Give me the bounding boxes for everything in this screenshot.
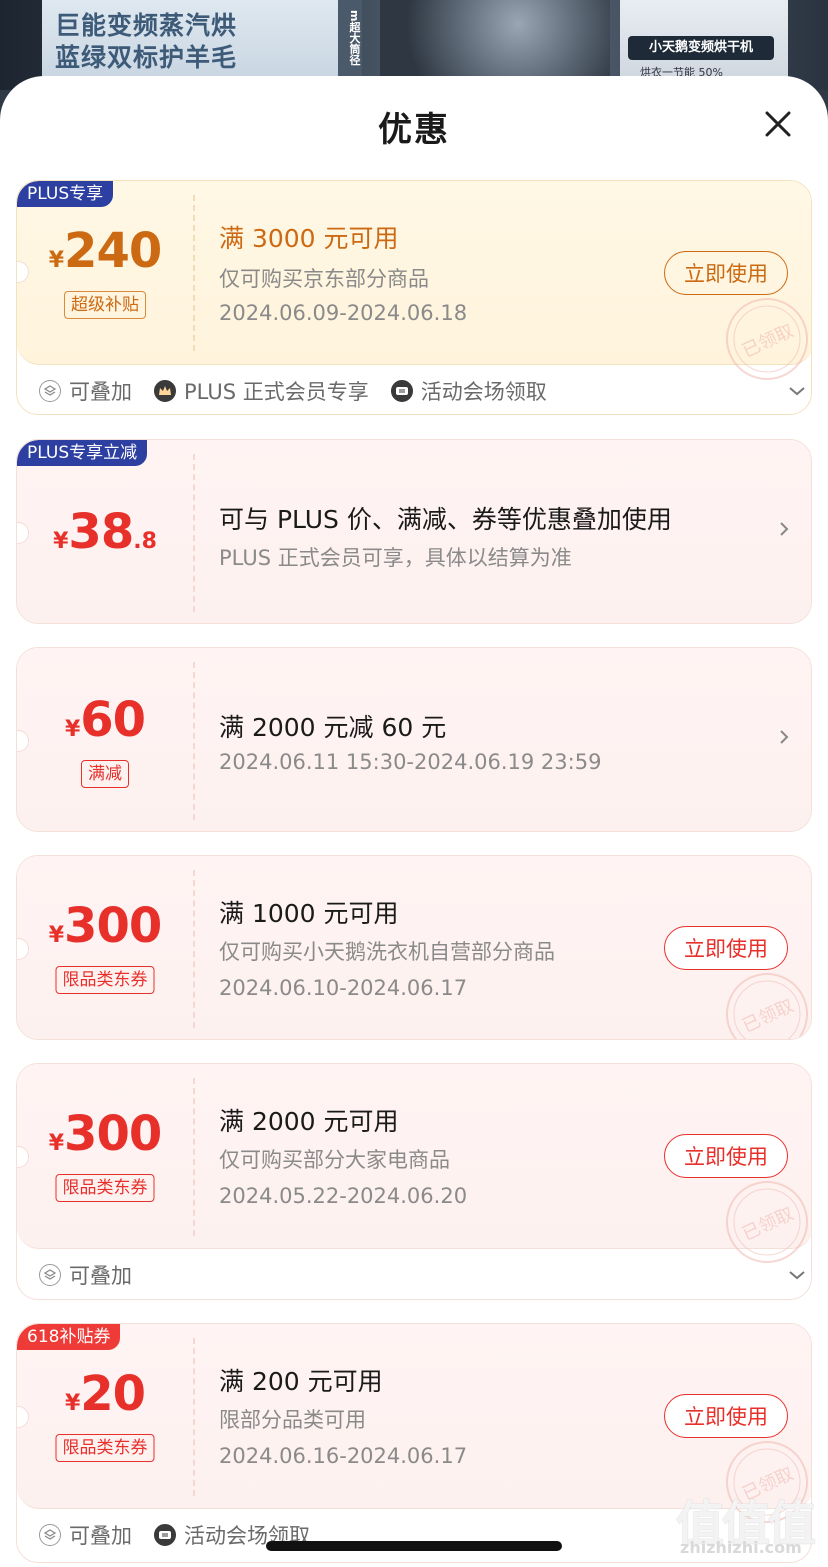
coupon-footer: 可叠加 [39,1255,154,1295]
chevron-right-icon[interactable] [777,522,791,536]
close-button[interactable] [760,106,796,142]
coupon-card-300-2000: ¥300 限品类东券 满 2000 元可用 仅可购买部分大家电商品 2024.0… [16,1063,812,1300]
footer-item-stackable: 可叠加 [39,376,132,406]
coupon-scope: 仅可购买小天鹅洗衣机自营部分商品 [219,940,555,964]
currency-symbol: ¥ [64,717,81,742]
coupon-card-full-reduction[interactable]: ¥60 满减 满 2000 元减 60 元 2024.06.11 15:30-2… [16,647,812,832]
plus-discount-tag: PLUS专享立减 [17,440,148,466]
coupon-amount: ¥60 [17,692,193,748]
home-indicator[interactable] [266,1541,562,1551]
amount-value: 60 [80,692,146,748]
amount-value: 300 [64,898,162,954]
coupon-validity: 2024.06.11 15:30-2024.06.19 23:59 [219,750,602,774]
coupon-threshold: 满 2000 元可用 [219,1107,399,1136]
stack-icon [39,1264,61,1286]
footer-item-stackable: 可叠加 [39,1260,132,1290]
amount-decimal: .8 [133,529,157,554]
coupon-type-pill: 限品类东券 [55,1174,155,1202]
chevron-right-icon[interactable] [777,730,791,744]
ticket-divider [193,1078,195,1236]
coupon-type-pill: 限品类东券 [55,1434,155,1462]
coupon-validity: 2024.06.10-2024.06.17 [219,976,468,1000]
coupon-amount: ¥20 [17,1366,193,1422]
currency-symbol: ¥ [48,248,65,273]
coupon-threshold: 满 2000 元减 60 元 [219,713,447,742]
coupon-amount: ¥38.8 [17,504,193,560]
currency-symbol: ¥ [64,1391,81,1416]
crown-icon [154,380,176,402]
sheet-title: 优惠 [378,110,450,150]
coupon-note: PLUS 正式会员可享，具体以结算为准 [219,546,572,570]
stack-icon [39,1524,61,1546]
coupon-validity: 2024.05.22-2024.06.20 [219,1184,468,1208]
coupon-threshold: 满 3000 元可用 [219,224,399,253]
amount-value: 38 [68,504,134,560]
chevron-down-icon[interactable] [787,1265,807,1285]
ticket-divider [193,1338,195,1496]
coupon-validity: 2024.06.16-2024.06.17 [219,1444,468,1468]
coupon-description: 可与 PLUS 价、满减、券等优惠叠加使用 [219,505,672,534]
coupon-card-300-1000: ¥300 限品类东券 满 1000 元可用 仅可购买小天鹅洗衣机自营部分商品 2… [16,855,812,1040]
watermark-site: zhizhizhi.com [680,1538,802,1557]
amount-value: 240 [64,223,162,279]
coupon-footer: 可叠加 PLUS 正式会员专享 活动会场领取 [39,371,569,411]
use-now-button[interactable]: 立即使用 [664,251,788,295]
close-icon [765,111,791,137]
coupon-scope: 仅可购买京东部分商品 [219,267,429,291]
coupon-type-pill: 超级补贴 [64,291,146,319]
washer-image [380,0,610,80]
banner-line-2: 蓝绿双标护羊毛 [55,43,238,72]
banner-right-badge: 小天鹅变频烘干机 [628,36,774,60]
ticket-divider [193,870,195,1028]
coupon-scope: 仅可购买部分大家电商品 [219,1148,450,1172]
banner-vertical-tag: m超大筒径 [338,0,362,76]
ticket-icon [390,380,413,402]
footer-item-venue: 活动会场领取 [390,376,547,406]
footer-item-plus-member: PLUS 正式会员专享 [154,376,369,406]
coupon-card-plus-discount[interactable]: PLUS专享立减 ¥38.8 可与 PLUS 价、满减、券等优惠叠加使用 PLU… [16,439,812,624]
chevron-down-icon[interactable] [787,381,807,401]
coupon-validity: 2024.06.09-2024.06.18 [219,301,468,325]
currency-symbol: ¥ [48,1131,65,1156]
coupon-amount: ¥300 [17,898,193,954]
plus-tag: PLUS专享 [17,181,114,207]
use-now-button[interactable]: 立即使用 [664,1394,788,1438]
footer-item-stackable: 可叠加 [39,1520,132,1550]
currency-symbol: ¥ [53,529,69,554]
coupon-type-pill: 限品类东券 [55,966,155,994]
coupon-threshold: 满 1000 元可用 [219,899,399,928]
stack-icon [39,380,61,402]
ticket-divider [193,195,195,351]
coupon-threshold: 满 200 元可用 [219,1367,383,1396]
ticket-divider [193,662,195,820]
ticket-icon [154,1524,176,1546]
coupon-scope: 限部分品类可用 [219,1408,366,1432]
currency-symbol: ¥ [48,923,65,948]
banner-line-1: 巨能变频蒸汽烘 [55,11,238,40]
amount-value: 20 [80,1366,146,1422]
use-now-button[interactable]: 立即使用 [664,926,788,970]
coupon-amount: ¥240 [17,223,193,279]
coupon-type-pill: 满减 [81,760,129,788]
coupon-amount: ¥300 [17,1106,193,1162]
ticket-divider [193,454,195,612]
subsidy-tag: 618补贴券 [17,1324,121,1350]
use-now-button[interactable]: 立即使用 [664,1134,788,1178]
amount-value: 300 [64,1106,162,1162]
coupon-card-plus-240: PLUS专享 ¥240 超级补贴 满 3000 元可用 仅可购买京东部分商品 2… [16,180,812,415]
